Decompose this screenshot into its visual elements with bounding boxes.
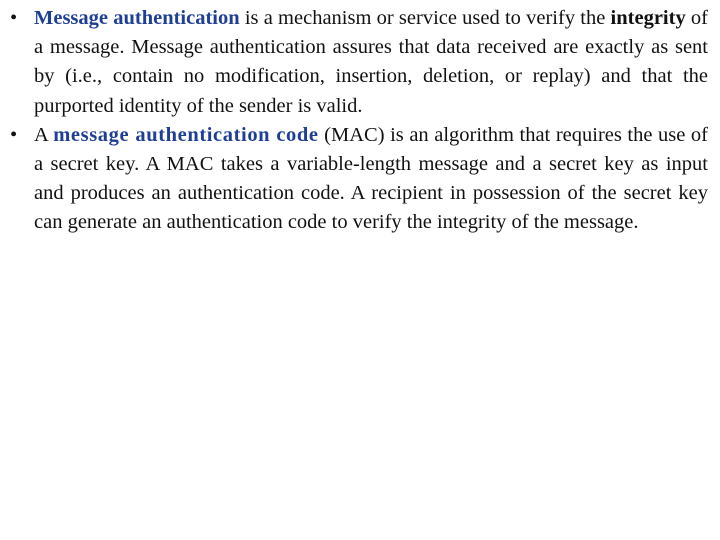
bullet-list: • Message authentication is a mechanism o… [8, 4, 708, 238]
term-integrity: integrity [610, 7, 686, 29]
term-message-authentication: Message authentication [34, 7, 240, 29]
bullet-text: A [34, 123, 54, 146]
bullet-dot-icon: • [10, 123, 18, 146]
slide: • Message authentication is a mechanism o… [0, 0, 720, 540]
bullet-mac: • A message authentication code (MAC) is … [8, 121, 708, 238]
bullet-message-authentication: • Message authentication is a mechanism o… [8, 4, 708, 121]
bullet-text: is a mechanism or service used to verify… [239, 7, 611, 29]
bullet-dot-icon: • [10, 7, 18, 29]
term-message-authentication-code: message authentication code [53, 123, 319, 146]
